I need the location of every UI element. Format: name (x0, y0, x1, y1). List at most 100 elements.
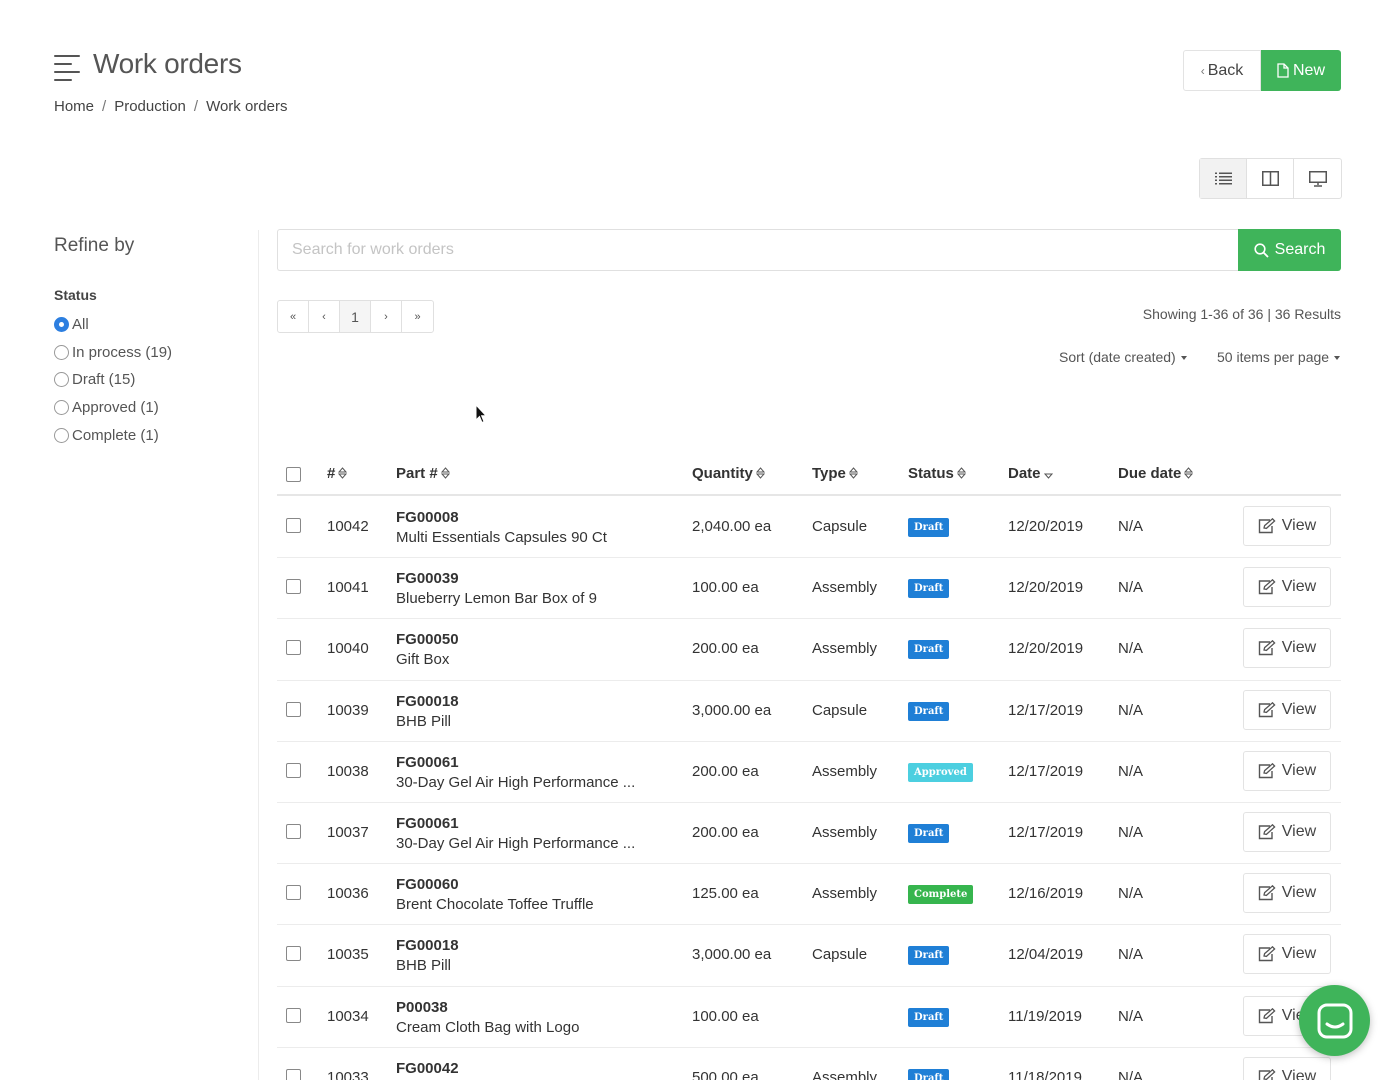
status-option-in-process[interactable]: In process (19) (54, 344, 172, 361)
column-header-due-date[interactable]: Due date (1118, 465, 1194, 482)
refine-title: Refine by (54, 235, 135, 256)
status-cell: Draft (908, 701, 950, 721)
column-header-label: Date (1008, 465, 1041, 482)
status-badge: Approved (908, 762, 973, 782)
quantity: 100.00 ea (692, 1007, 759, 1025)
status-badge: Draft (908, 823, 950, 843)
row-checkbox[interactable] (286, 640, 301, 656)
page-last-button[interactable]: » (402, 301, 433, 332)
page-first-button[interactable]: « (278, 301, 309, 332)
table-row: 10040 FG00050 Gift Box 200.00 ea Assembly Dra… (277, 619, 1341, 681)
status-cell: Draft (908, 823, 950, 843)
part-name: Gift Box (396, 651, 450, 669)
edit-icon (1258, 640, 1276, 656)
view-button-label: View (1281, 517, 1317, 534)
row-checkbox[interactable] (286, 823, 301, 839)
page-current[interactable]: 1 (340, 301, 371, 332)
breadcrumb-home[interactable]: Home (54, 98, 94, 115)
chat-launcher-button[interactable] (1299, 985, 1370, 1056)
work-order-id: 10036 (327, 885, 369, 903)
radio-complete[interactable] (54, 428, 69, 443)
row-checkbox[interactable] (286, 885, 301, 901)
type: Assembly (812, 640, 878, 658)
table-row: 10042 FG00008 Multi Essentials Capsules 90… (277, 497, 1341, 559)
edit-icon (1258, 1068, 1276, 1080)
date: 12/17/2019 (1008, 762, 1084, 780)
part-name: 30-Day Gel Air High Performance ... (396, 773, 636, 791)
column-header-status[interactable]: Status (908, 465, 966, 482)
quantity: 2,040.00 ea (692, 518, 772, 535)
row-checkbox[interactable] (286, 1068, 301, 1080)
part-number: FG00008 (396, 509, 459, 526)
part-cell: FG00039 Blueberry Lemon Bar Box of 9 (396, 569, 597, 609)
radio-in-process[interactable] (54, 345, 69, 360)
search-button-label: Search (1274, 241, 1326, 258)
column-header-part[interactable]: Part # (396, 465, 450, 482)
part-number: FG00018 (396, 692, 459, 710)
column-header-quantity[interactable]: Quantity (692, 465, 765, 482)
page-next-button[interactable]: › (371, 301, 402, 332)
search-input[interactable] (277, 229, 1239, 271)
view-button[interactable]: View (1243, 1056, 1331, 1080)
part-name: 30-Day Gel Air High Performance ... (396, 834, 636, 852)
status-option-all[interactable]: All (54, 316, 89, 333)
new-button[interactable]: New (1261, 50, 1341, 91)
page-prev-button[interactable]: ‹ (309, 301, 340, 332)
column-header-date[interactable]: Date (1008, 465, 1053, 482)
part-cell: FG00042 (396, 1059, 459, 1079)
search-button[interactable]: Search (1238, 229, 1341, 271)
monitor-view-button[interactable] (1294, 159, 1341, 198)
column-header-type[interactable]: Type (812, 465, 858, 482)
view-button[interactable]: View (1243, 506, 1331, 546)
status-badge: Draft (908, 701, 950, 721)
date: 12/17/2019 (1008, 823, 1084, 841)
column-header-label: Due date (1118, 465, 1182, 482)
view-button[interactable]: View (1243, 567, 1331, 608)
per-page-dropdown[interactable]: 50 items per page (1217, 349, 1341, 365)
part-number: FG00060 (396, 876, 459, 894)
table-row: 10038 FG00061 30-Day Gel Air High Performa… (277, 742, 1341, 803)
breadcrumb-production[interactable]: Production (114, 98, 186, 115)
row-checkbox[interactable] (286, 579, 301, 595)
column-header-label: Type (812, 465, 846, 482)
view-button-label: View (1281, 700, 1317, 718)
row-checkbox[interactable] (286, 946, 301, 962)
back-button[interactable]: ‹ Back (1183, 50, 1261, 91)
view-button[interactable]: View (1243, 689, 1331, 730)
part-name: BHB Pill (396, 712, 452, 730)
radio-all[interactable] (54, 317, 69, 332)
row-checkbox[interactable] (286, 762, 301, 778)
table-row: 10033 FG00042 500.00 ea Assembly Draft 11/18/… (277, 1048, 1341, 1080)
view-button[interactable]: View (1243, 934, 1331, 975)
sort-dropdown[interactable]: Sort (date created) (1059, 349, 1187, 365)
sort-desc-icon (1043, 473, 1053, 479)
view-button[interactable]: View (1243, 811, 1331, 852)
radio-draft[interactable] (54, 372, 69, 387)
status-option-draft[interactable]: Draft (15) (54, 371, 135, 388)
caret-down-icon (1180, 356, 1187, 361)
due-date: N/A (1118, 518, 1144, 535)
edit-icon (1258, 1007, 1276, 1023)
row-checkbox[interactable] (286, 1007, 301, 1023)
view-button[interactable]: View (1243, 628, 1331, 669)
row-checkbox[interactable] (286, 701, 301, 717)
split-view-button[interactable] (1247, 159, 1294, 198)
view-button[interactable]: View (1243, 873, 1331, 914)
type: Capsule (812, 946, 868, 964)
per-page-dropdown-label: 50 items per page (1217, 349, 1330, 365)
menu-icon[interactable] (54, 55, 80, 81)
row-checkbox[interactable] (286, 518, 301, 533)
date: 11/19/2019 (1008, 1007, 1082, 1025)
list-view-button[interactable] (1200, 159, 1247, 198)
type: Capsule (812, 518, 868, 535)
results-count: Showing 1-36 of 36 | 36 Results (1142, 306, 1341, 322)
view-button[interactable]: View (1243, 750, 1331, 791)
select-all-checkbox[interactable] (286, 467, 301, 482)
part-cell: FG00061 30-Day Gel Air High Performance .… (396, 753, 635, 793)
column-header-id[interactable]: # (327, 465, 348, 482)
radio-approved[interactable] (54, 400, 69, 415)
part-name: Brent Chocolate Toffee Truffle (396, 896, 594, 914)
status-option-approved[interactable]: Approved (1) (54, 399, 159, 416)
status-option-complete[interactable]: Complete (1) (54, 427, 159, 444)
type: Assembly (812, 823, 878, 841)
